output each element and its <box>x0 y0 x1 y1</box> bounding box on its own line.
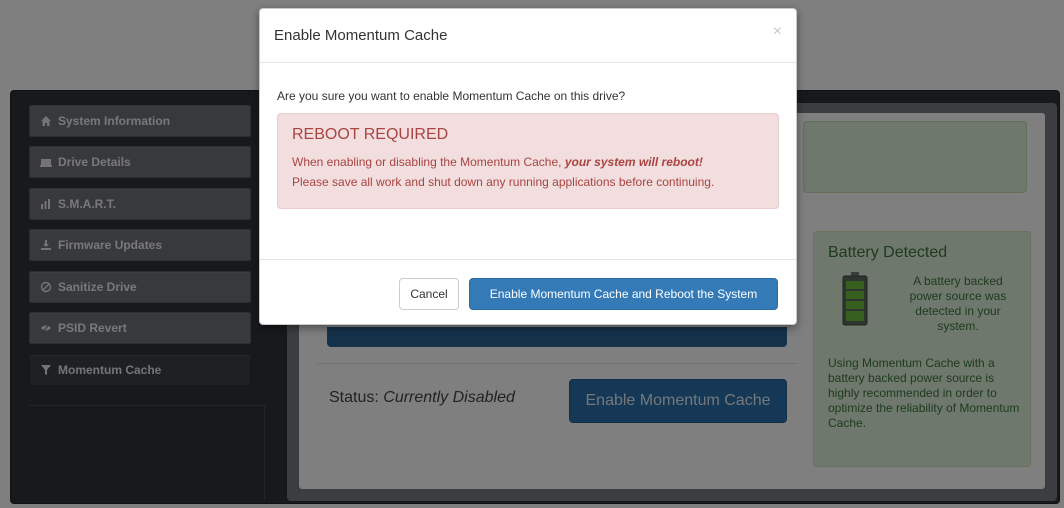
modal-header: Enable Momentum Cache × <box>260 9 796 63</box>
close-button[interactable]: × <box>773 23 782 41</box>
enable-momentum-cache-dialog: Enable Momentum Cache × Are you sure you… <box>259 8 797 325</box>
reboot-title: REBOOT REQUIRED <box>292 126 449 143</box>
confirmation-question: Are you sure you want to enable Momentum… <box>277 89 626 103</box>
reboot-line-1-text: When enabling or disabling the Momentum … <box>292 155 565 169</box>
modal-footer: Cancel Enable Momentum Cache and Reboot … <box>260 259 796 325</box>
modal-title: Enable Momentum Cache <box>274 27 448 44</box>
reboot-line-1: When enabling or disabling the Momentum … <box>292 152 764 172</box>
modal-body: Are you sure you want to enable Momentum… <box>260 63 796 259</box>
reboot-warning-alert: REBOOT REQUIRED When enabling or disabli… <box>277 113 779 209</box>
confirm-reboot-button[interactable]: Enable Momentum Cache and Reboot the Sys… <box>469 278 778 310</box>
cancel-button[interactable]: Cancel <box>399 278 459 310</box>
reboot-emphasis: your system will reboot! <box>564 155 703 169</box>
reboot-line-2: Please save all work and shut down any r… <box>292 175 715 189</box>
